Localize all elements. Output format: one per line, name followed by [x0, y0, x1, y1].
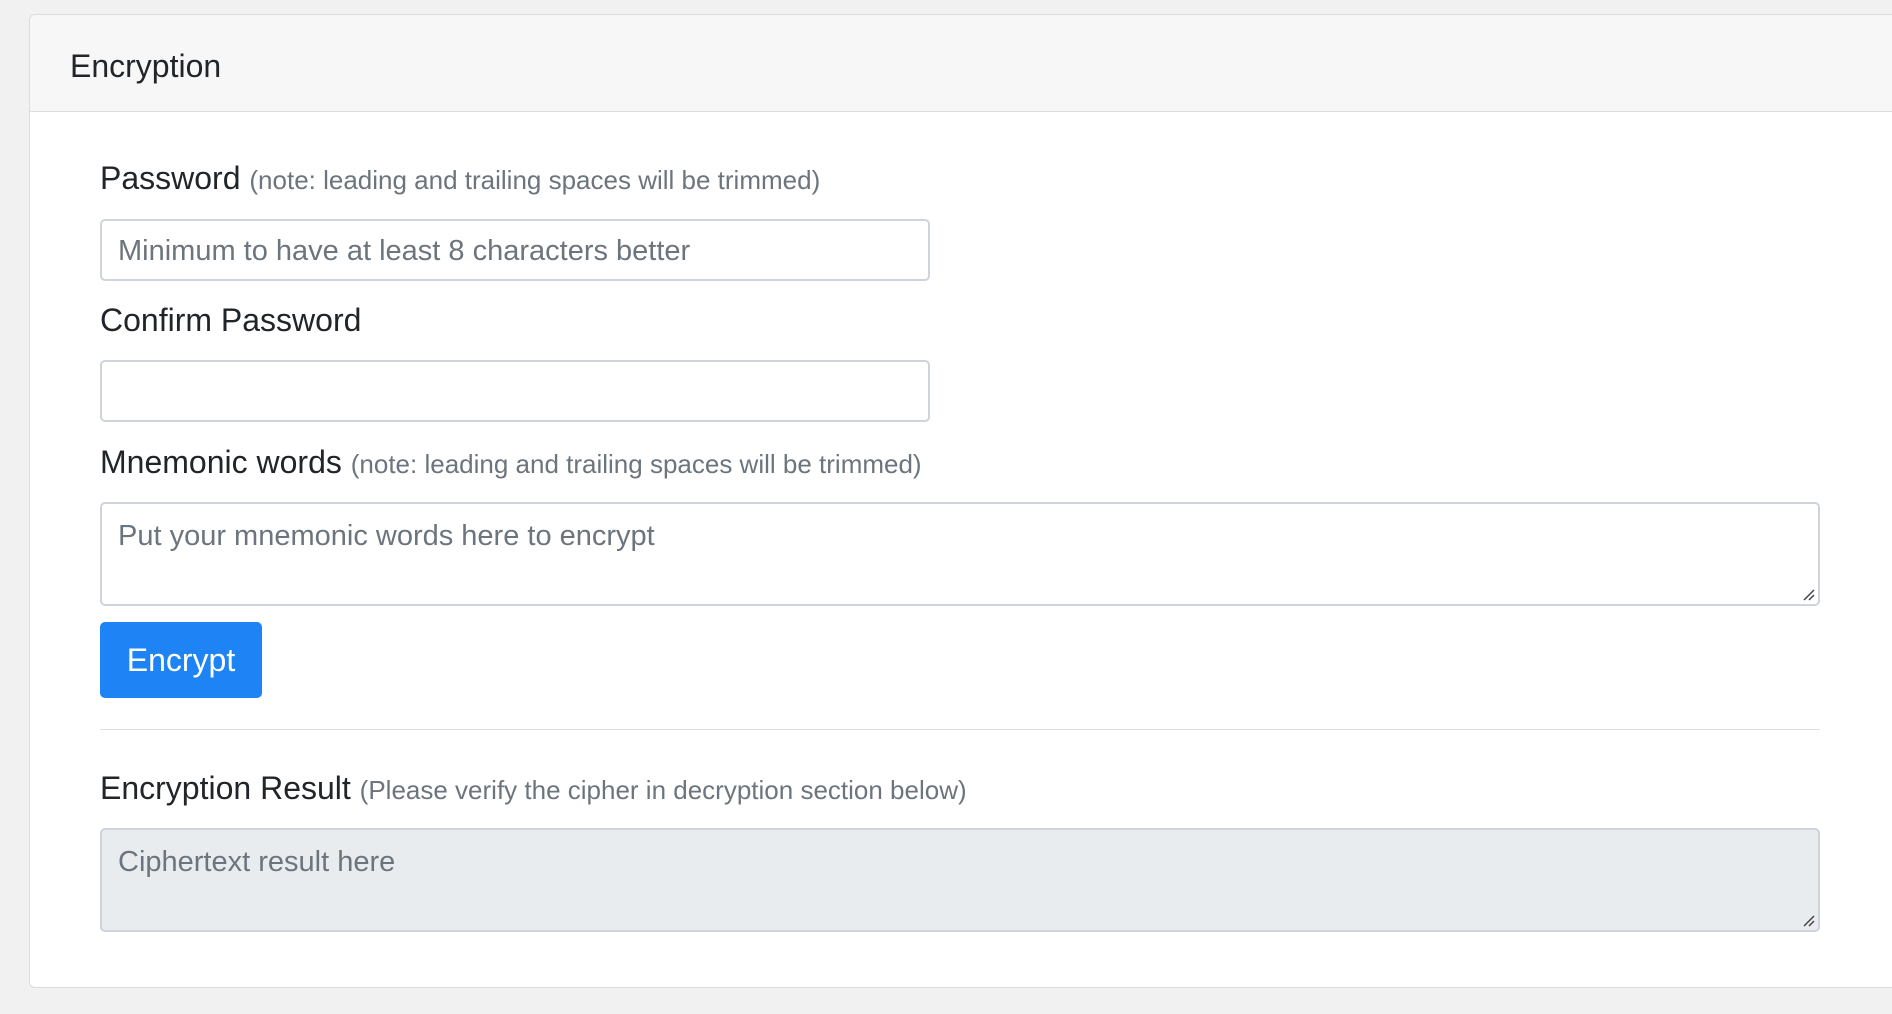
confirm-password-input[interactable] [100, 360, 930, 422]
confirm-password-label-row: Confirm Password [100, 301, 361, 339]
ciphertext-result-textarea[interactable]: Ciphertext result here [100, 828, 1820, 932]
mnemonic-textarea[interactable]: Put your mnemonic words here to encrypt [100, 502, 1820, 606]
encrypt-button[interactable]: Encrypt [100, 622, 262, 698]
encryption-card: Encryption Password (note: leading and t… [29, 14, 1892, 988]
password-note: (note: leading and trailing spaces will … [249, 165, 821, 195]
mnemonic-label-row: Mnemonic words (note: leading and traili… [100, 443, 922, 483]
password-input[interactable]: Minimum to have at least 8 characters be… [100, 219, 930, 281]
result-label: Encryption Result [100, 770, 351, 806]
ciphertext-placeholder: Ciphertext result here [118, 846, 396, 878]
result-label-row: Encryption Result (Please verify the cip… [100, 769, 967, 809]
card-header [30, 15, 1892, 112]
section-divider [100, 729, 1820, 730]
password-placeholder: Minimum to have at least 8 characters be… [118, 235, 691, 267]
mnemonic-placeholder: Put your mnemonic words here to encrypt [118, 520, 655, 552]
mnemonic-note: (note: leading and trailing spaces will … [350, 449, 922, 479]
password-label: Password [100, 160, 241, 196]
mnemonic-label: Mnemonic words [100, 444, 342, 480]
confirm-password-label: Confirm Password [100, 302, 362, 338]
result-note: (Please verify the cipher in decryption … [359, 775, 967, 805]
resize-handle-icon[interactable] [1801, 587, 1815, 601]
password-label-row: Password (note: leading and trailing spa… [100, 159, 820, 199]
resize-handle-icon[interactable] [1801, 913, 1815, 927]
card-title: Encryption [70, 48, 222, 84]
